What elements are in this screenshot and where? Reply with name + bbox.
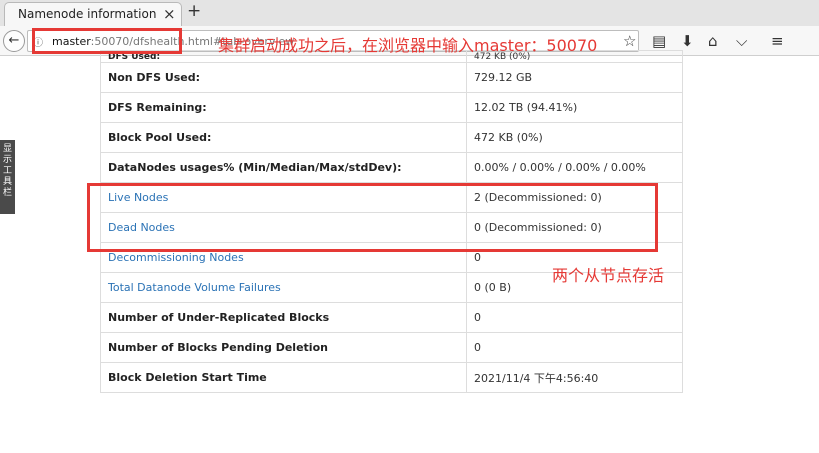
table-row: Non DFS Used: 729.12 GB (100, 62, 683, 93)
side-tab-char: 栏 (2, 188, 12, 198)
side-tab-char: 工 (2, 166, 12, 176)
row-value: 2021/11/4 下午4:56:40 (466, 362, 683, 393)
toolbar-icons: ☆ ▤ ⬇ ⌂ ⌵ ≡ (620, 30, 819, 52)
download-icon[interactable]: ⬇ (681, 32, 694, 50)
annotation-note-url: 集群启动成功之后，在浏览器中输入master：50070 (218, 36, 598, 55)
table-row: DFS Remaining: 12.02 TB (94.41%) (100, 92, 683, 123)
table-row: Block Deletion Start Time 2021/11/4 下午4:5… (100, 362, 683, 393)
nodes-highlight-box (87, 183, 658, 252)
tab-title: Namenode information (18, 7, 157, 21)
row-value: 472 KB (0%) (466, 122, 683, 153)
arrow-left-icon[interactable]: ← (3, 30, 25, 52)
close-icon[interactable]: × (163, 5, 176, 23)
side-tab-char: 示 (2, 155, 12, 165)
annotation-note-nodes: 两个从节点存活 (552, 266, 665, 285)
show-toolbar-tab[interactable]: 显示工具栏 (0, 140, 15, 214)
star-icon[interactable]: ☆ (623, 32, 636, 50)
row-label: Number of Under-Replicated Blocks (100, 302, 467, 333)
row-value: 0.00% / 0.00% / 0.00% / 0.00% (466, 152, 683, 183)
table-row: Number of Under-Replicated Blocks 0 (100, 302, 683, 333)
table-row: Number of Blocks Pending Deletion 0 (100, 332, 683, 363)
row-label: Number of Blocks Pending Deletion (100, 332, 467, 363)
row-value: 729.12 GB (466, 62, 683, 93)
row-link[interactable]: Total Datanode Volume Failures (100, 272, 467, 303)
reading-list-icon[interactable]: ▤ (652, 32, 666, 50)
table-row: DataNodes usages% (Min/Median/Max/stdDev… (100, 152, 683, 183)
row-label: Non DFS Used: (100, 62, 467, 93)
row-label: Block Deletion Start Time (100, 362, 467, 393)
side-tab-char: 具 (2, 177, 12, 187)
row-label: DataNodes usages% (Min/Median/Max/stdDev… (100, 152, 467, 183)
pocket-icon[interactable]: ⌵ (736, 32, 747, 50)
browser-tab[interactable]: Namenode information × (4, 2, 182, 26)
row-label: DFS Remaining: (100, 92, 467, 123)
side-tab-char: 显 (2, 144, 12, 154)
url-highlight-box (32, 28, 182, 54)
tab-strip: Namenode information × + (0, 0, 819, 26)
new-tab-icon[interactable]: + (187, 1, 201, 21)
row-value: 0 (466, 302, 683, 333)
menu-icon[interactable]: ≡ (771, 32, 784, 50)
table-row: Block Pool Used: 472 KB (0%) (100, 122, 683, 153)
row-value: 12.02 TB (94.41%) (466, 92, 683, 123)
row-label: Block Pool Used: (100, 122, 467, 153)
home-icon[interactable]: ⌂ (708, 32, 718, 50)
row-value: 0 (466, 332, 683, 363)
